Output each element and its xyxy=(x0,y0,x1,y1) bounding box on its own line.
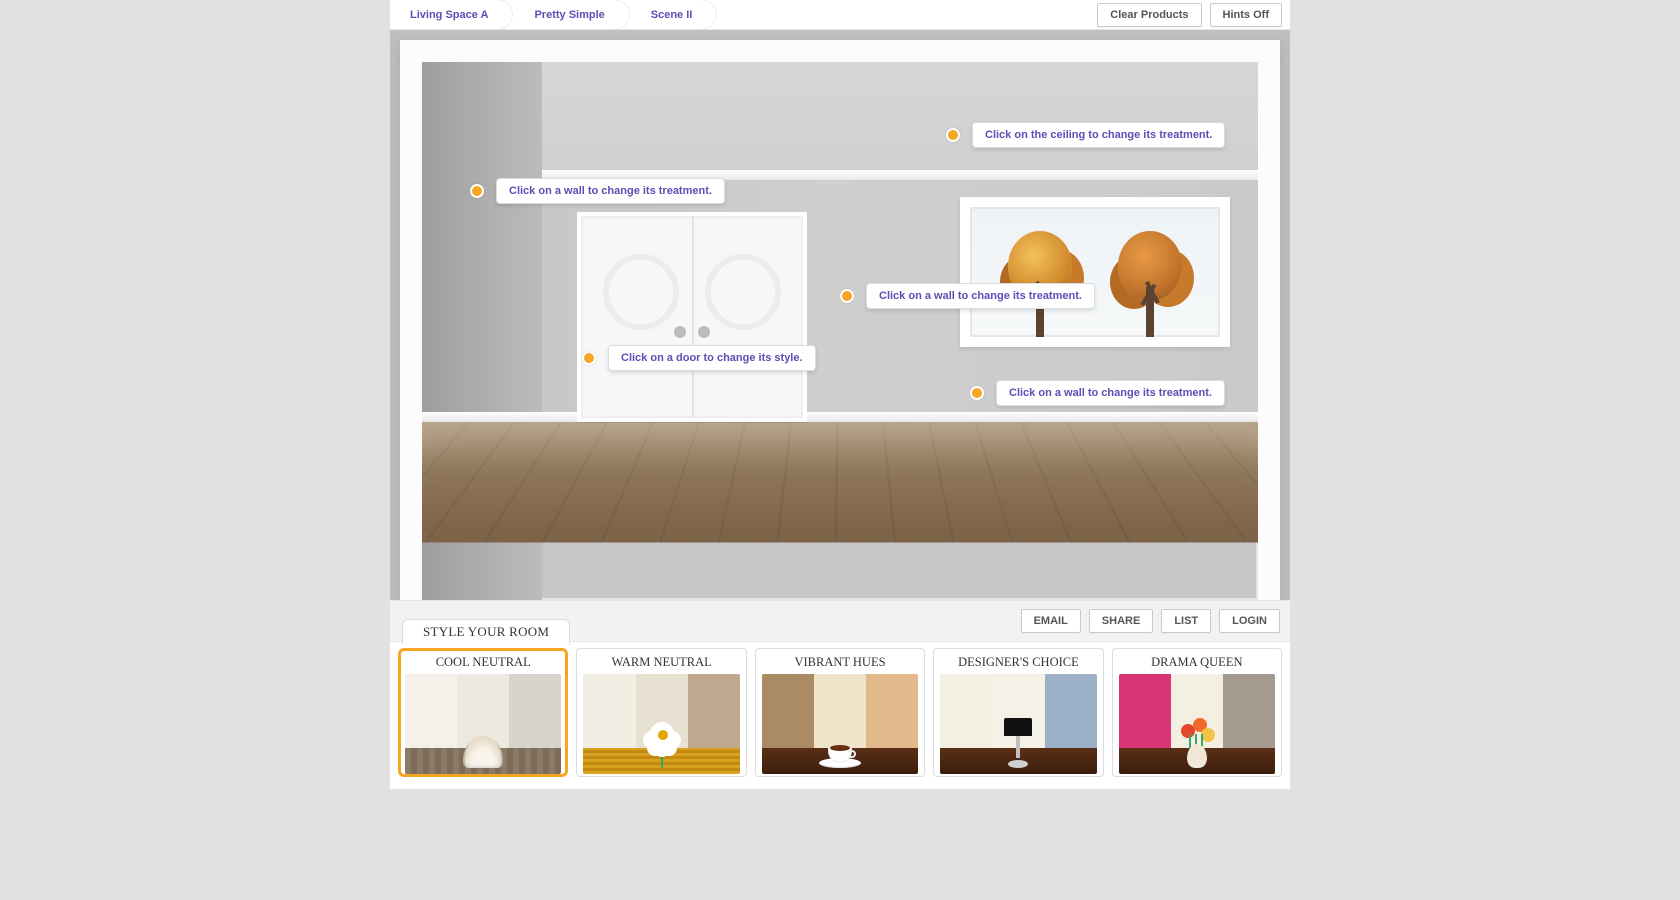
palette-drama-queen[interactable]: DRAMA QUEEN xyxy=(1112,648,1282,777)
hint-wall-left: Click on a wall to change its treatment. xyxy=(470,178,725,204)
palette-swatch xyxy=(405,674,561,774)
hints-toggle-button[interactable]: Hints Off xyxy=(1210,3,1282,27)
palette-list: COOL NEUTRAL WARM NEUTRAL VIBRANT HUES DESI… xyxy=(390,641,1290,789)
hint-bubble: Click on a wall to change its treatment. xyxy=(866,283,1095,309)
style-panel: STYLE YOUR ROOM COOL NEUTRALWARM NEUTRAL… xyxy=(390,641,1290,789)
palette-designers-choice[interactable]: DESIGNER'S CHOICE xyxy=(933,648,1103,777)
email-button[interactable]: EMAIL xyxy=(1021,609,1081,633)
palette-title: WARM NEUTRAL xyxy=(583,655,739,670)
breadcrumb-scene[interactable]: Scene II xyxy=(633,0,721,29)
palette-cool-neutral[interactable]: COOL NEUTRAL xyxy=(398,648,568,777)
share-button[interactable]: SHARE xyxy=(1089,609,1154,633)
palette-warm-neutral[interactable]: WARM NEUTRAL xyxy=(576,648,746,777)
palette-title: COOL NEUTRAL xyxy=(405,655,561,670)
palette-swatch xyxy=(940,674,1096,774)
palette-swatch xyxy=(583,674,739,774)
list-button[interactable]: LIST xyxy=(1161,609,1211,633)
palette-title: DESIGNER'S CHOICE xyxy=(940,655,1096,670)
hint-dot-icon[interactable] xyxy=(840,289,854,303)
hint-bubble: Click on a door to change its style. xyxy=(608,345,816,371)
palette-swatch xyxy=(762,674,918,774)
vase-icon xyxy=(1177,718,1217,768)
breadcrumb: Living Space A Pretty Simple Scene II xyxy=(392,0,720,29)
scene-viewport: Click on a wall to change its treatment.… xyxy=(390,30,1290,600)
door-surface[interactable] xyxy=(577,212,807,422)
hint-dot-icon[interactable] xyxy=(470,184,484,198)
lamp-icon xyxy=(1001,718,1035,768)
hint-wall-mid: Click on a wall to change its treatment. xyxy=(840,283,1095,309)
hint-dot-icon[interactable] xyxy=(582,351,596,365)
hint-bubble: Click on a wall to change its treatment. xyxy=(496,178,725,204)
flower-icon xyxy=(642,722,682,768)
coffee-cup-icon xyxy=(819,740,861,768)
app-frame: Living Space A Pretty Simple Scene II Cl… xyxy=(390,0,1290,789)
breadcrumb-pretty-simple[interactable]: Pretty Simple xyxy=(516,0,632,29)
palette-title: DRAMA QUEEN xyxy=(1119,655,1275,670)
breadcrumb-living-space[interactable]: Living Space A xyxy=(392,0,516,29)
hint-bubble: Click on the ceiling to change its treat… xyxy=(972,122,1225,148)
palette-title: VIBRANT HUES xyxy=(762,655,918,670)
floor-surface[interactable] xyxy=(400,422,1280,542)
ceiling-surface[interactable] xyxy=(422,62,1258,177)
hint-ceiling: Click on the ceiling to change its treat… xyxy=(946,122,1225,148)
hint-door: Click on a door to change its style. xyxy=(582,345,816,371)
hint-bubble: Click on a wall to change its treatment. xyxy=(996,380,1225,406)
window xyxy=(960,197,1230,347)
style-your-room-tab[interactable]: STYLE YOUR ROOM xyxy=(402,619,570,644)
hint-dot-icon[interactable] xyxy=(970,386,984,400)
top-bar: Living Space A Pretty Simple Scene II Cl… xyxy=(390,0,1290,30)
login-button[interactable]: LOGIN xyxy=(1219,609,1280,633)
palette-swatch xyxy=(1119,674,1275,774)
shell-icon xyxy=(463,736,503,768)
top-actions: Clear Products Hints Off xyxy=(1097,0,1290,29)
hint-dot-icon[interactable] xyxy=(946,128,960,142)
palette-vibrant-hues[interactable]: VIBRANT HUES xyxy=(755,648,925,777)
hint-wall-right: Click on a wall to change its treatment. xyxy=(970,380,1225,406)
clear-products-button[interactable]: Clear Products xyxy=(1097,3,1201,27)
